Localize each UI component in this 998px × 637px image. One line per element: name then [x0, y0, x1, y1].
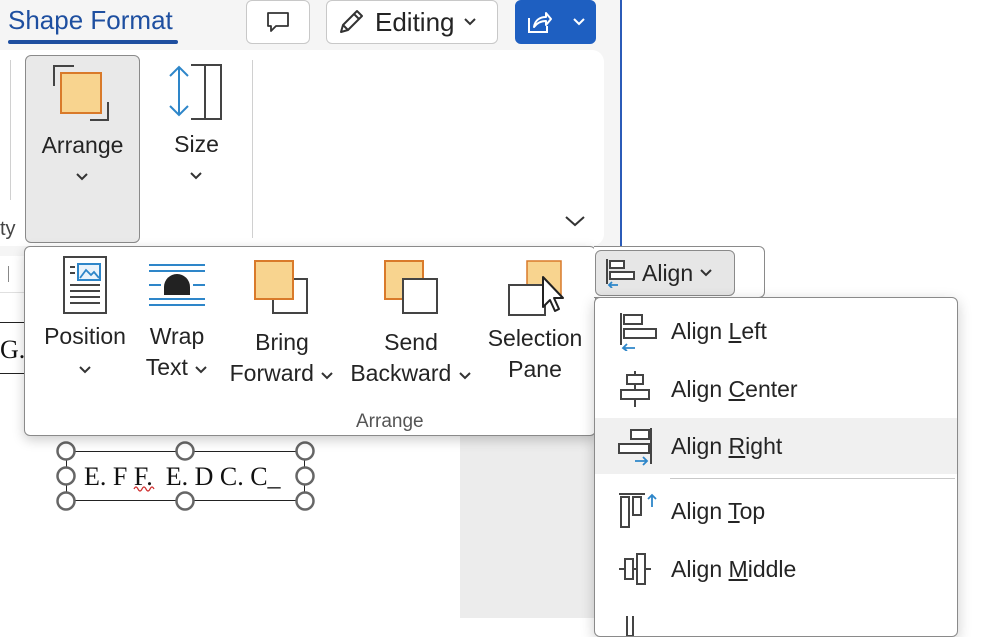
selection-pane-button[interactable]: Selection Pane [481, 259, 589, 389]
selection-pane-label-line1: Selection [487, 325, 583, 351]
menu-accelerator: R [728, 432, 746, 459]
menu-separator [670, 478, 955, 479]
menu-label-prefix: Align [671, 375, 729, 402]
active-tab-indicator [8, 40, 178, 44]
position-label: Position [44, 323, 126, 349]
comments-button[interactable] [246, 0, 310, 44]
align-bottom-icon [626, 616, 634, 636]
align-top-menu-item[interactable]: Align Top [595, 483, 957, 539]
position-button[interactable]: Position [37, 255, 133, 385]
comment-icon [267, 12, 289, 32]
send-backward-icon [384, 260, 438, 314]
align-left-icon [606, 259, 635, 288]
chevron-down-icon [458, 372, 471, 380]
share-button[interactable] [515, 0, 596, 44]
menu-label-prefix: Align [671, 497, 729, 524]
menu-label-suffix: iddle [747, 555, 797, 582]
editing-label: Editing [375, 6, 455, 37]
wrap-text-label-line2-text: Text [145, 354, 188, 380]
editing-mode-button[interactable]: Editing [326, 0, 498, 44]
chevron-down-icon [190, 172, 202, 180]
ruler-marker [8, 266, 9, 282]
align-right-label: Align Right [671, 433, 782, 460]
size-label: Size [174, 131, 219, 157]
align-middle-icon [619, 553, 651, 585]
menu-accelerator: T [728, 497, 740, 524]
align-center-menu-item[interactable]: Align Center [595, 361, 957, 417]
chevron-down-icon [463, 18, 476, 26]
align-left-menu-item[interactable]: Align Left [595, 303, 957, 359]
menu-label-prefix: Align [671, 432, 729, 459]
arrange-label: Arrange [41, 132, 124, 158]
menu-label-suffix: enter [745, 375, 798, 402]
align-top-icon [619, 493, 657, 528]
chevron-down-icon [195, 366, 207, 374]
chevron-down-icon [573, 18, 585, 26]
bring-forward-label-line2-text: Forward [229, 360, 314, 386]
size-icon [169, 64, 222, 120]
pencil-icon [340, 10, 363, 33]
arrange-group-label: Arrange [356, 411, 424, 432]
align-dropdown-menu: Align Left Align Center Align Right Alig… [594, 297, 958, 637]
ribbon-separator [252, 60, 253, 238]
align-button[interactable]: Align [595, 250, 735, 296]
menu-label-suffix: op [739, 497, 766, 524]
size-button[interactable]: Size [150, 55, 245, 243]
selection-pane-label-line2: Pane [508, 356, 562, 382]
bring-forward-icon [254, 260, 308, 314]
ribbon-expand-chevron-icon[interactable] [564, 214, 586, 228]
pane-divider [620, 0, 622, 250]
arrange-button[interactable]: Arrange [25, 55, 140, 243]
bring-forward-label-line2: Forward [225, 358, 339, 389]
menu-accelerator: M [728, 555, 748, 582]
align-top-label: Align Top [671, 498, 765, 525]
send-backward-label-line2: Backward [345, 358, 477, 389]
arrange-flyout: Position Wrap Text Bring Forward Send Ba… [24, 246, 596, 436]
ribbon-separator [10, 60, 11, 200]
send-backward-button[interactable]: Send Backward [345, 259, 477, 389]
align-left-icon [620, 313, 657, 351]
align-center-icon [620, 371, 650, 407]
send-backward-label-line2-text: Backward [350, 360, 452, 386]
align-center-label: Align Center [671, 376, 798, 403]
align-right-icon [618, 428, 652, 466]
bring-forward-button[interactable]: Bring Forward [225, 259, 339, 389]
chevron-down-icon [76, 173, 88, 181]
menu-accelerator: C [728, 375, 746, 402]
menu-label-prefix: Align [671, 555, 729, 582]
menu-label-suffix: ight [745, 432, 783, 459]
wrap-text-icon [149, 264, 205, 306]
arrange-icon [53, 65, 109, 121]
send-backward-label-line1: Send [384, 329, 438, 355]
align-left-label: Align Left [671, 318, 767, 345]
align-middle-label: Align Middle [671, 556, 796, 583]
menu-label-suffix: eft [741, 317, 767, 344]
tab-shape-format[interactable]: Shape Format [8, 5, 173, 36]
align-right-menu-item[interactable]: Align Right [595, 418, 957, 474]
selection-pane-icon [508, 260, 564, 316]
align-label: Align [642, 259, 694, 286]
menu-accelerator: L [728, 317, 742, 344]
bring-forward-label-line1: Bring [255, 329, 309, 355]
chevron-down-icon [700, 269, 712, 277]
menu-label-prefix: Align [671, 317, 729, 344]
wrap-text-label-line1: Wrap [149, 323, 205, 349]
share-icon [528, 12, 553, 33]
position-icon [63, 256, 107, 314]
align-middle-menu-item[interactable]: Align Middle [595, 541, 957, 597]
document-partial-text: G. [0, 335, 26, 364]
chevron-down-icon [321, 372, 334, 380]
wrap-text-label-line2: Text [139, 352, 215, 383]
chevron-down-icon [79, 366, 91, 374]
selection-handles[interactable] [54, 440, 318, 514]
wrap-text-button[interactable]: Wrap Text [139, 261, 215, 391]
ribbon-partial-label: ty [0, 218, 16, 240]
